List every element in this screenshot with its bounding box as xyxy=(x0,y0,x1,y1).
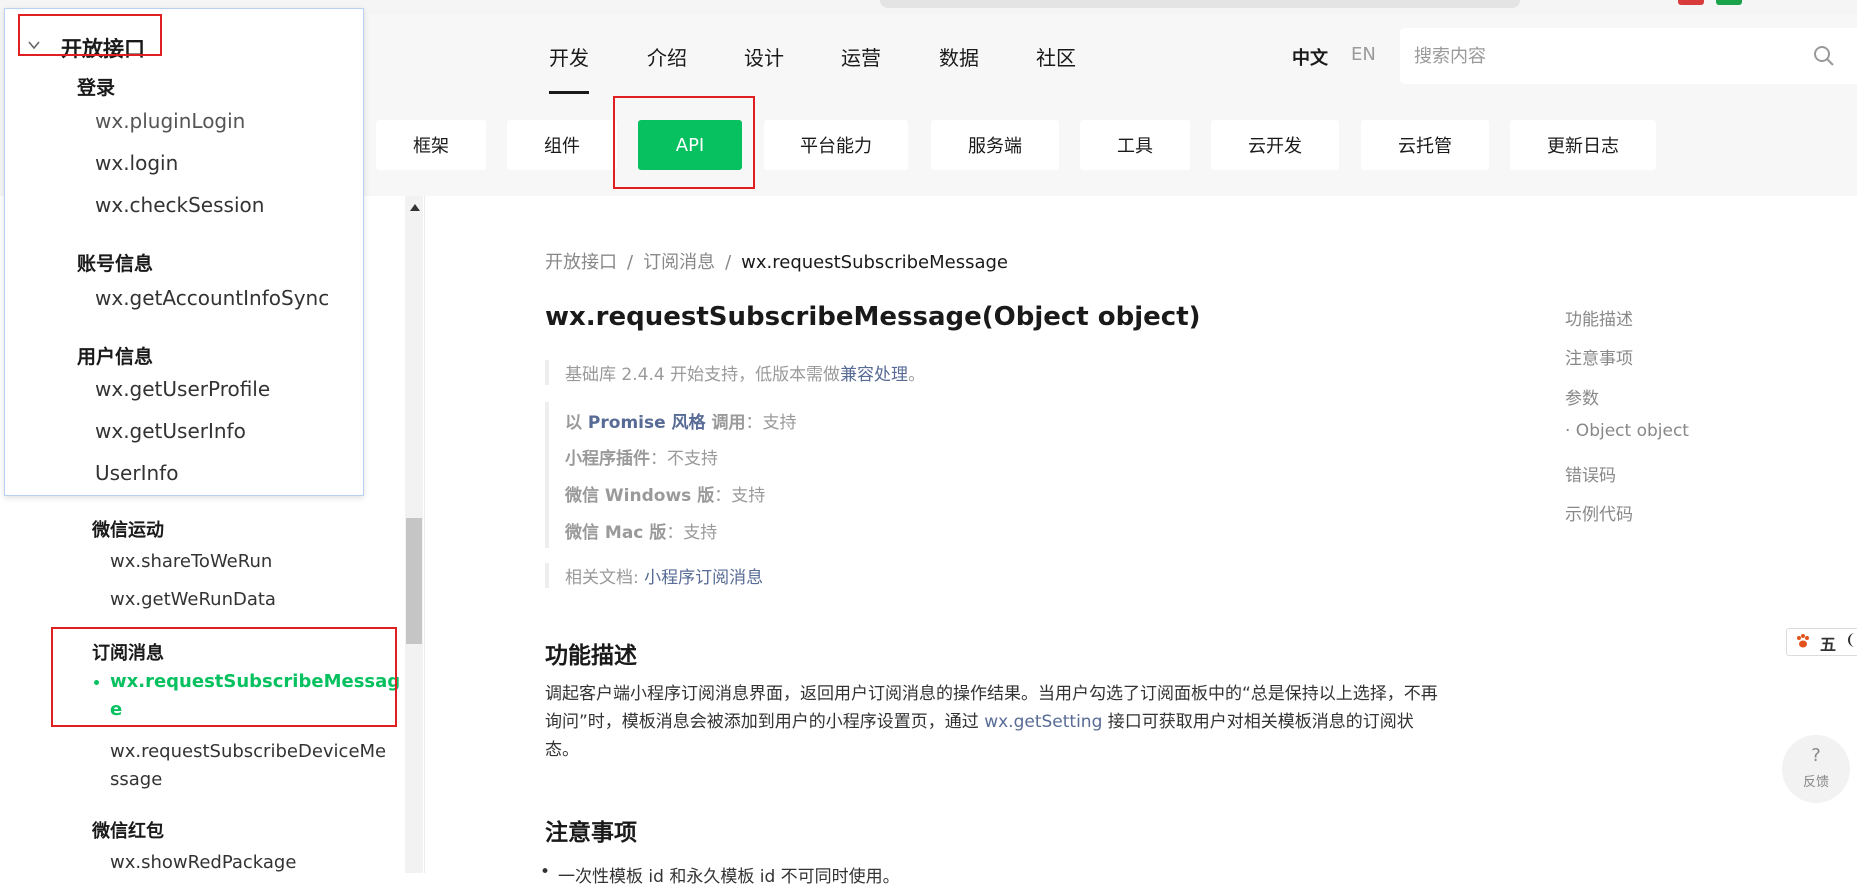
function-desc-paragraph: 调起客户端小程序订阅消息界面，返回用户订阅消息的操作结果。当用户勾选了订阅面板中… xyxy=(545,680,1445,764)
popup-item-get-account-info-sync[interactable]: wx.getAccountInfoSync xyxy=(95,286,329,310)
version-note-end: 。 xyxy=(908,365,926,385)
toc-error-codes[interactable]: 错误码 xyxy=(1565,461,1616,486)
nav-operation[interactable]: 运营 xyxy=(841,42,881,71)
related-docs-label: 相关文档: xyxy=(565,568,645,588)
breadcrumb-open-api[interactable]: 开放接口 xyxy=(545,252,617,273)
popup-group-login: 登录 xyxy=(77,77,116,99)
lang-zh-link[interactable]: 中文 xyxy=(1292,44,1328,70)
popup-item-check-session[interactable]: wx.checkSession xyxy=(95,193,264,217)
sidebar-scroll-thumb[interactable] xyxy=(406,518,422,644)
popup-item-login[interactable]: wx.login xyxy=(95,151,178,175)
promise-style-link[interactable]: Promise 风格 xyxy=(588,413,706,433)
tab-tools[interactable]: 工具 xyxy=(1080,120,1190,170)
support-mac-label: 微信 Mac 版 xyxy=(565,523,667,543)
notes-bullet-1: 一次性模板 id 和永久模板 id 不可同时使用。 xyxy=(540,862,900,887)
sidebar-item-get-werun-data[interactable]: wx.getWeRunData xyxy=(110,585,276,614)
scroll-up-arrow-icon[interactable] xyxy=(410,204,420,211)
moon-icon[interactable] xyxy=(1845,631,1857,649)
compat-link[interactable]: 兼容处理 xyxy=(840,365,908,385)
get-setting-link[interactable]: wx.getSetting xyxy=(984,712,1102,732)
tab-server[interactable]: 服务端 xyxy=(931,120,1059,170)
nav-develop[interactable]: 开发 xyxy=(549,42,589,71)
sidebar-item-request-subscribe-message-wrap[interactable]: e xyxy=(110,695,122,724)
feedback-label: 反馈 xyxy=(1802,775,1829,790)
tab-api[interactable]: API xyxy=(638,120,742,170)
version-note-text: 基础库 2.4.4 开始支持，低版本需做 xyxy=(565,365,841,385)
lang-en-link[interactable]: EN xyxy=(1351,44,1376,65)
tab-cloud-host[interactable]: 云托管 xyxy=(1361,120,1489,170)
active-item-dot xyxy=(94,680,99,685)
support-plugin-label: 小程序插件 xyxy=(565,449,650,469)
support-promise-label: 调用 xyxy=(705,413,746,433)
sidebar-group-subscribe: 订阅消息 xyxy=(92,643,164,664)
page-title: wx.requestSubscribeMessage(Object object… xyxy=(545,302,1201,332)
paw-icon xyxy=(1797,634,1809,648)
feedback-button[interactable]: ? 反馈 xyxy=(1782,735,1850,803)
support-plugin-value: ：不支持 xyxy=(650,449,718,469)
support-windows-label: 微信 Windows 版 xyxy=(565,486,715,506)
nav-design[interactable]: 设计 xyxy=(744,42,784,71)
help-icon: ? xyxy=(1811,745,1821,766)
breadcrumb-current: wx.requestSubscribeMessage xyxy=(741,252,1009,273)
tab-framework[interactable]: 框架 xyxy=(376,120,486,170)
sidebar-item-share-to-werun[interactable]: wx.shareToWeRun xyxy=(110,547,272,576)
toc-sample-code[interactable]: 示例代码 xyxy=(1565,500,1633,525)
toc-notes[interactable]: 注意事项 xyxy=(1565,344,1633,369)
tab-platform[interactable]: 平台能力 xyxy=(764,120,908,170)
ime-five-stroke-label[interactable]: 五 xyxy=(1820,631,1836,655)
sidebar-item-request-subscribe-message[interactable]: wx.requestSubscribeMessag xyxy=(110,667,400,696)
popup-item-user-info[interactable]: UserInfo xyxy=(95,461,178,485)
support-mac-value: ：支持 xyxy=(666,523,718,543)
tab-changelog[interactable]: 更新日志 xyxy=(1510,120,1656,170)
support-plugin: 小程序插件：不支持 xyxy=(565,444,718,469)
popup-group-user-info: 用户信息 xyxy=(77,346,154,368)
sidebar-group-werun: 微信运动 xyxy=(92,520,164,541)
tab-cloud-dev[interactable]: 云开发 xyxy=(1211,120,1339,170)
toc-function-desc[interactable]: 功能描述 xyxy=(1565,305,1633,330)
nav-active-underline xyxy=(549,91,589,94)
open-api-popup: 开放接口 登录 wx.pluginLogin wx.login wx.check… xyxy=(4,8,364,496)
section-function-desc: 功能描述 xyxy=(545,643,637,669)
popup-item-plugin-login[interactable]: wx.pluginLogin xyxy=(95,109,245,133)
support-windows-value: ：支持 xyxy=(714,486,766,506)
nav-community[interactable]: 社区 xyxy=(1036,42,1076,71)
popup-title[interactable]: 开放接口 xyxy=(61,33,145,63)
nav-data[interactable]: 数据 xyxy=(939,42,979,71)
related-docs: 相关文档: 小程序订阅消息 xyxy=(545,563,763,588)
support-block: 以 Promise 风格 调用：支持 小程序插件：不支持 微信 Windows … xyxy=(545,402,849,548)
search-input[interactable] xyxy=(1412,41,1796,71)
breadcrumb: 开放接口 / 订阅消息 / wx.requestSubscribeMessage xyxy=(545,252,1009,273)
extension-badge-red xyxy=(1678,0,1704,5)
support-promise-prefix: 以 xyxy=(565,413,588,433)
ime-toolbar[interactable]: 五 xyxy=(1786,628,1857,656)
nav-intro[interactable]: 介绍 xyxy=(647,42,687,71)
support-promise: 以 Promise 风格 调用：支持 xyxy=(565,408,796,433)
extension-badge-green xyxy=(1716,0,1742,5)
search-box xyxy=(1400,28,1857,84)
popup-group-account-info: 账号信息 xyxy=(77,253,154,275)
related-docs-link[interactable]: 小程序订阅消息 xyxy=(644,568,763,588)
toc-object-object[interactable]: · Object object xyxy=(1565,421,1689,441)
support-windows: 微信 Windows 版：支持 xyxy=(565,481,765,506)
section-notes: 注意事项 xyxy=(545,820,637,846)
sidebar-group-red-package: 微信红包 xyxy=(92,821,164,842)
support-mac: 微信 Mac 版：支持 xyxy=(565,518,717,543)
breadcrumb-subscribe[interactable]: 订阅消息 xyxy=(643,252,715,273)
support-promise-value: ：支持 xyxy=(745,413,797,433)
browser-scroll-hint xyxy=(880,0,1520,8)
sidebar-item-request-subscribe-device-message[interactable]: wx.requestSubscribeDeviceMe xyxy=(110,737,386,766)
toc-params[interactable]: 参数 xyxy=(1565,384,1599,409)
popup-item-get-user-profile[interactable]: wx.getUserProfile xyxy=(95,377,270,401)
tab-components[interactable]: 组件 xyxy=(507,120,617,170)
version-note: 基础库 2.4.4 开始支持，低版本需做兼容处理。 xyxy=(545,360,925,385)
popup-item-get-user-info[interactable]: wx.getUserInfo xyxy=(95,419,246,443)
chevron-down-icon[interactable] xyxy=(27,38,41,52)
search-icon[interactable] xyxy=(1813,45,1835,67)
sidebar-item-request-subscribe-device-message-wrap[interactable]: ssage xyxy=(110,765,162,794)
